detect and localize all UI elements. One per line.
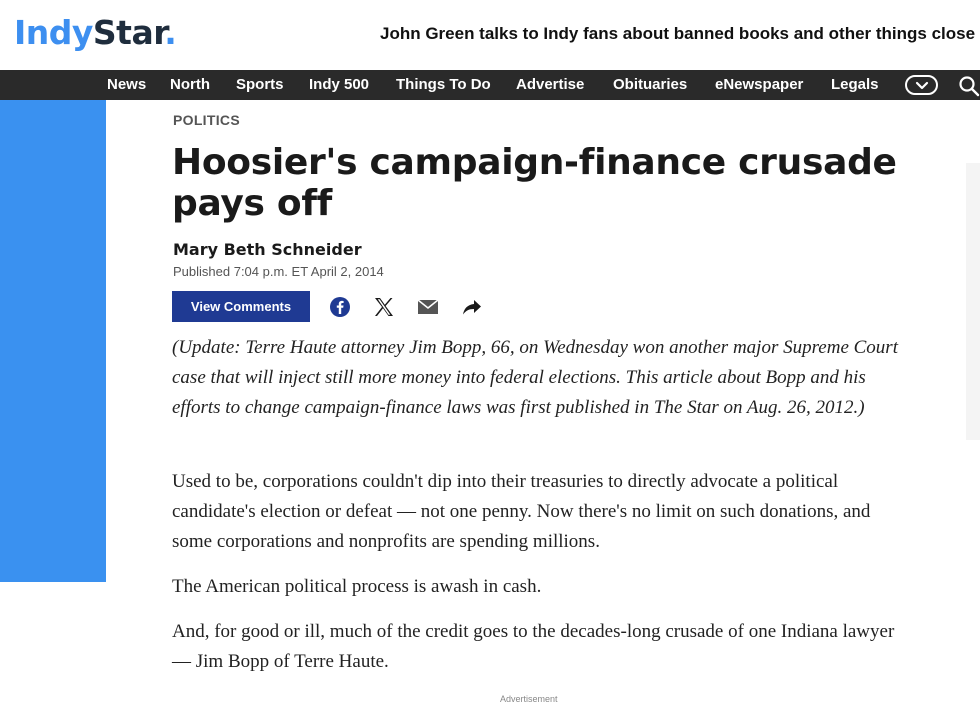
- view-comments-button[interactable]: View Comments: [172, 291, 310, 322]
- headline-ticker[interactable]: John Green talks to Indy fans about bann…: [380, 24, 975, 44]
- advertisement-label: Advertisement: [500, 694, 558, 704]
- search-icon: [959, 76, 980, 97]
- article-paragraph: Used to be, corporations couldn't dip in…: [172, 471, 871, 552]
- email-icon: [417, 299, 439, 314]
- nav-item-sports[interactable]: Sports: [236, 76, 284, 93]
- nav-item-legals[interactable]: Legals: [831, 76, 879, 93]
- facebook-icon: [330, 297, 350, 317]
- email-share-button[interactable]: [417, 296, 439, 318]
- section-label[interactable]: POLITICS: [173, 112, 240, 128]
- publish-date: Published 7:04 p.m. ET April 2, 2014: [173, 264, 384, 279]
- author-name[interactable]: Mary Beth Schneider: [173, 240, 362, 259]
- main-nav: News North Sports Indy 500 Things To Do …: [0, 70, 980, 100]
- site-logo[interactable]: IndyStar.: [14, 13, 177, 52]
- nav-item-news[interactable]: News: [107, 76, 146, 93]
- more-share-button[interactable]: [461, 296, 483, 318]
- article-paragraph: The American political process is awash …: [172, 576, 542, 597]
- article-paragraph: And, for good or ill, much of the credit…: [172, 621, 895, 672]
- x-icon: [375, 298, 393, 316]
- chevron-down-icon: [915, 81, 928, 89]
- facebook-share-button[interactable]: [329, 296, 351, 318]
- nav-item-things-to-do[interactable]: Things To Do: [396, 76, 491, 93]
- article-paragraph: (Update: Terre Haute attorney Jim Bopp, …: [172, 337, 898, 418]
- right-rail: [966, 163, 980, 440]
- site-header: IndyStar. John Green talks to Indy fans …: [0, 0, 980, 70]
- more-menu-button[interactable]: [905, 75, 938, 95]
- x-share-button[interactable]: [373, 296, 395, 318]
- nav-item-advertise[interactable]: Advertise: [516, 76, 584, 93]
- left-side-banner: [0, 100, 106, 582]
- share-icon: [463, 300, 481, 315]
- search-button[interactable]: [958, 75, 980, 97]
- nav-item-enewspaper[interactable]: eNewspaper: [715, 76, 803, 93]
- article-title: Hoosier's campaign-finance crusade pays …: [172, 142, 897, 224]
- nav-item-indy500[interactable]: Indy 500: [309, 76, 369, 93]
- nav-item-obituaries[interactable]: Obituaries: [613, 76, 687, 93]
- nav-item-north[interactable]: North: [170, 76, 210, 93]
